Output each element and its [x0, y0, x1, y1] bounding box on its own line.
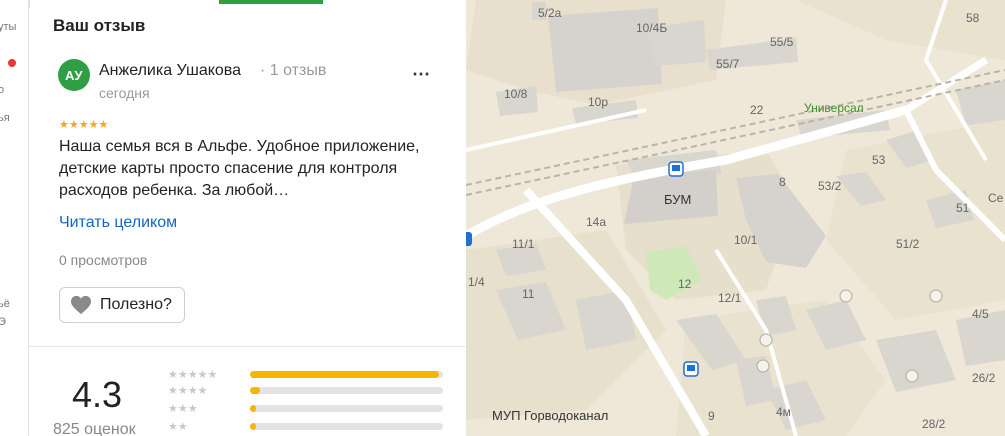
- rating-distribution-row: ★★★★: [168, 383, 443, 397]
- review-panel: Ваш отзыв АУ Анжелика Ушакова · 1 отзыв …: [29, 0, 466, 436]
- section-title: Ваш отзыв: [53, 16, 146, 35]
- building-icon[interactable]: [929, 289, 943, 303]
- divider: [29, 346, 466, 347]
- map-label: 10р: [588, 95, 608, 109]
- map-label: 28/2: [922, 417, 946, 431]
- building-icon[interactable]: [905, 369, 919, 383]
- useful-button[interactable]: Полезно?: [59, 287, 185, 323]
- map-label: 5/2а: [538, 6, 562, 20]
- map-label: 4м: [776, 405, 791, 419]
- map-label: 10/4Б: [636, 21, 667, 35]
- map-label: 22: [750, 103, 764, 117]
- map-label: 1/4: [468, 275, 485, 289]
- map-label: 51: [956, 201, 970, 215]
- avatar[interactable]: АУ: [58, 59, 90, 91]
- distribution-bar: [250, 405, 443, 412]
- heart-icon: [71, 295, 91, 315]
- rating-distribution-row: ★★★★★: [168, 367, 443, 381]
- map-label: 53: [872, 153, 886, 167]
- map-label: 10/1: [734, 233, 758, 247]
- distribution-stars: ★★: [168, 420, 188, 433]
- map-label: 58: [966, 11, 980, 25]
- map-label: 12: [678, 277, 692, 291]
- map-label: БУМ: [664, 192, 691, 207]
- distribution-bar: [250, 371, 443, 378]
- distribution-stars: ★★★★: [168, 384, 208, 397]
- distribution-bar-fill: [250, 387, 260, 394]
- rating-distribution-row: ★★: [168, 419, 443, 433]
- map-label: 8: [779, 175, 786, 189]
- active-tab-indicator: [219, 0, 323, 4]
- map-label: 12/1: [718, 291, 742, 305]
- author-review-count: · 1 отзыв: [260, 62, 327, 79]
- bus-stop-icon[interactable]: [466, 232, 472, 246]
- more-options-icon[interactable]: ⋯: [412, 64, 431, 85]
- map-label: 53/2: [818, 179, 842, 193]
- map-label: 55/7: [716, 57, 740, 71]
- notification-dot: [8, 59, 16, 67]
- useful-label: Полезно?: [100, 296, 172, 313]
- distribution-bar-fill: [250, 371, 440, 378]
- sidebar-edge-label: ьё: [0, 298, 10, 310]
- map-label: 55/5: [770, 35, 794, 49]
- rating-value: 4.3: [72, 374, 123, 415]
- map[interactable]: 5/2а 10/4Б 58 55/5 55/7 10/8 10р 22 Унив…: [466, 0, 1005, 436]
- read-more-link[interactable]: Читать целиком: [59, 214, 177, 232]
- map-label: 51/2: [896, 237, 920, 251]
- distribution-bar: [250, 387, 443, 394]
- bus-stop-icon[interactable]: [668, 161, 684, 177]
- building-icon[interactable]: [759, 333, 773, 347]
- map-label: 26/2: [972, 371, 996, 385]
- review-text: Наша семья вся в Альфе. Удобное приложен…: [59, 138, 420, 199]
- map-label: 11/1: [512, 237, 535, 251]
- distribution-bar-fill: [250, 423, 256, 430]
- map-label: 10/8: [504, 87, 528, 101]
- map-label: 11: [522, 287, 535, 301]
- building-icon[interactable]: [756, 359, 770, 373]
- rating-distribution-row: ★★★: [168, 401, 443, 415]
- sidebar-edge: уты о ья ьё Э: [0, 0, 29, 436]
- map-label: Се: [988, 191, 1004, 205]
- views-count: 0 просмотров: [59, 252, 148, 268]
- map-label: 14а: [586, 215, 606, 229]
- distribution-bar: [250, 423, 443, 430]
- author-name[interactable]: Анжелика Ушакова: [99, 62, 241, 80]
- sidebar-edge-label: о: [0, 84, 4, 96]
- review-stars: ★★★★★: [59, 119, 109, 131]
- building-icon[interactable]: [839, 289, 853, 303]
- distribution-bar-fill: [250, 405, 256, 412]
- sidebar-edge-label: уты: [0, 21, 17, 33]
- map-label: 9: [708, 409, 715, 423]
- map-label: 4/5: [972, 307, 989, 321]
- sidebar-edge-label: Э: [0, 316, 6, 328]
- review-date: сегодня: [99, 85, 150, 101]
- map-label: Универсал: [804, 101, 864, 115]
- sidebar-edge-label: ья: [0, 112, 10, 124]
- map-label: МУП Горводоканал: [492, 408, 608, 423]
- distribution-stars: ★★★★★: [168, 368, 218, 381]
- distribution-stars: ★★★: [168, 402, 198, 415]
- rating-count: 825 оценок: [53, 421, 136, 436]
- bus-stop-icon[interactable]: [683, 361, 699, 377]
